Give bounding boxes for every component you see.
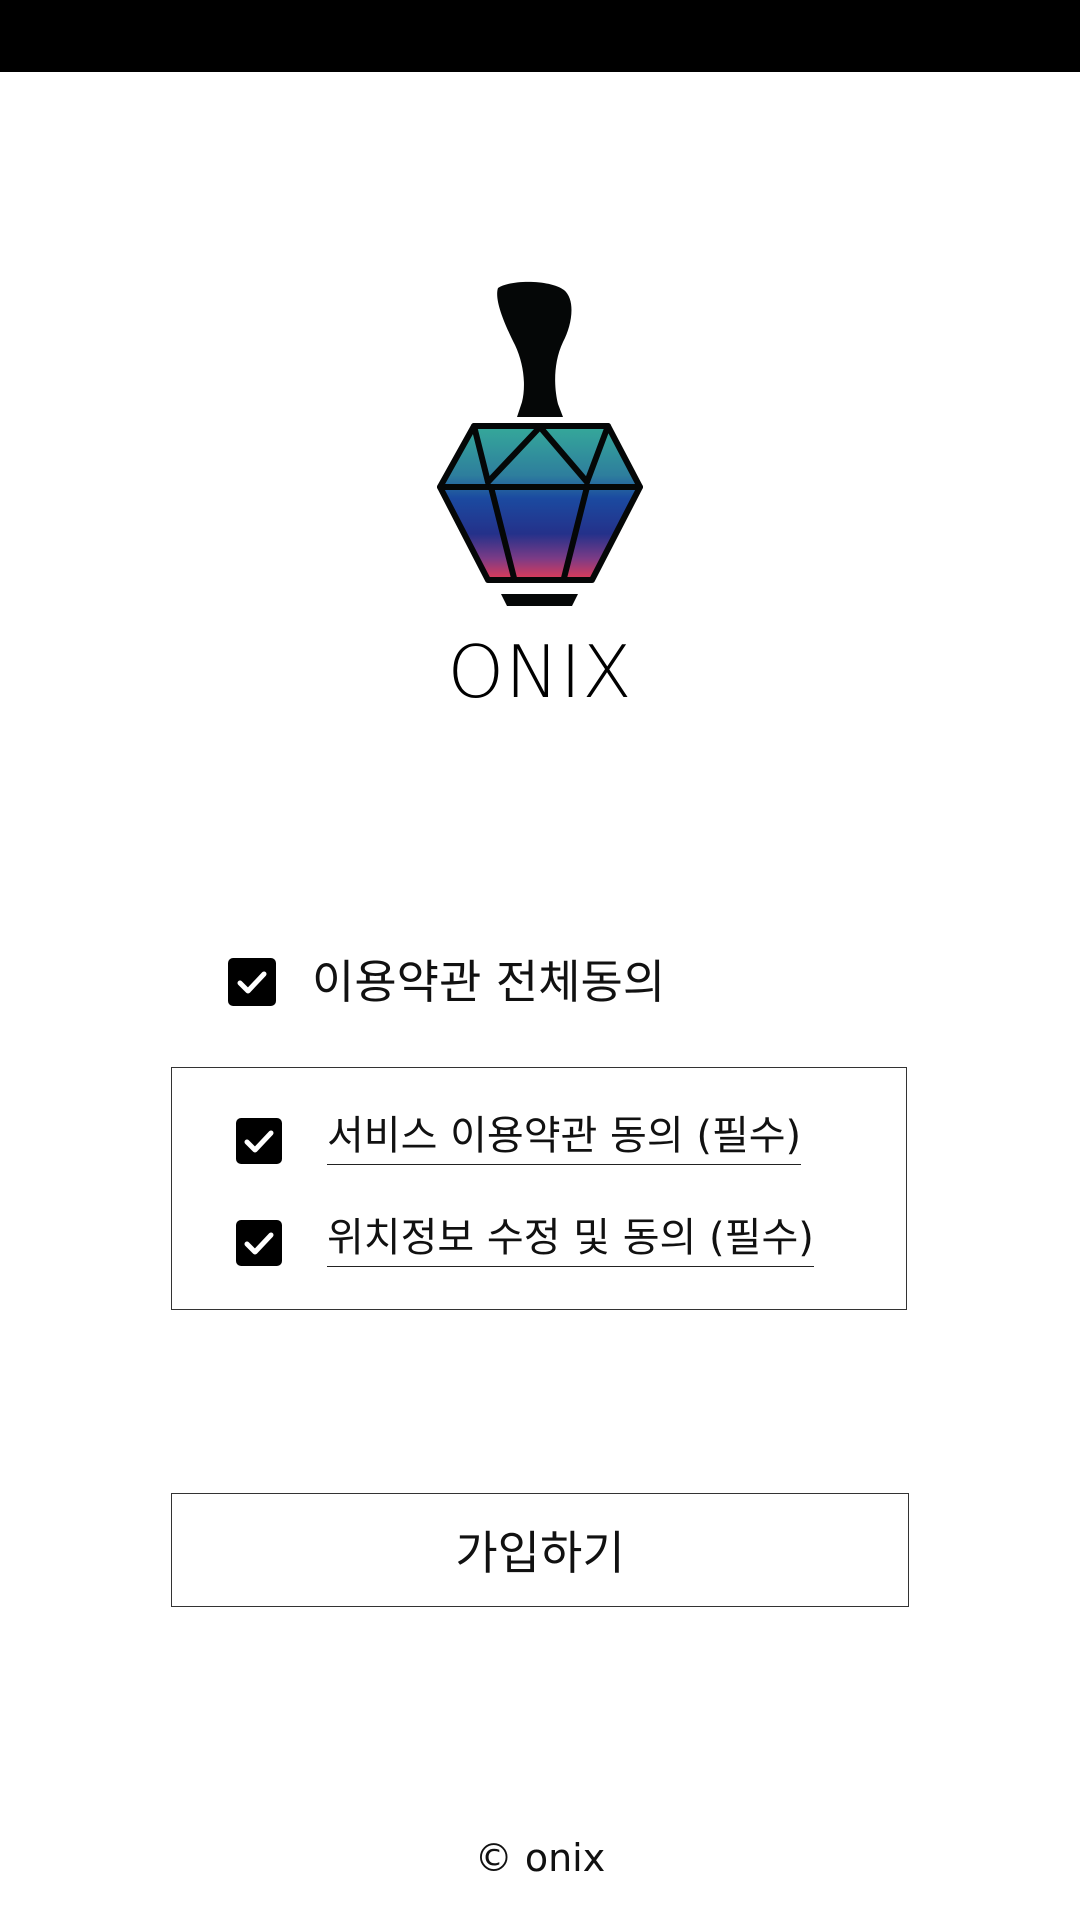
location-terms-link[interactable]: 위치정보 수정 및 동의 (필수) (327, 1212, 814, 1267)
copyright-footer: © onix (474, 1836, 606, 1880)
status-bar (0, 0, 1080, 72)
checkmark-icon (237, 971, 267, 994)
location-terms-checkbox[interactable] (236, 1220, 282, 1266)
terms-box (171, 1067, 907, 1310)
signup-button[interactable]: 가입하기 (171, 1493, 909, 1607)
service-terms-checkbox[interactable] (236, 1118, 282, 1164)
checkmark-icon (244, 1130, 274, 1153)
service-terms-link[interactable]: 서비스 이용약관 동의 (필수) (327, 1110, 802, 1165)
onix-logo (432, 280, 648, 610)
agree-all-label[interactable]: 이용약관 전체동의 (312, 952, 665, 1012)
app-name: ONIX (447, 630, 633, 714)
agree-all-checkbox[interactable] (228, 958, 276, 1006)
perfume-bottle-diamond-icon (437, 281, 643, 606)
checkmark-icon (244, 1232, 274, 1255)
